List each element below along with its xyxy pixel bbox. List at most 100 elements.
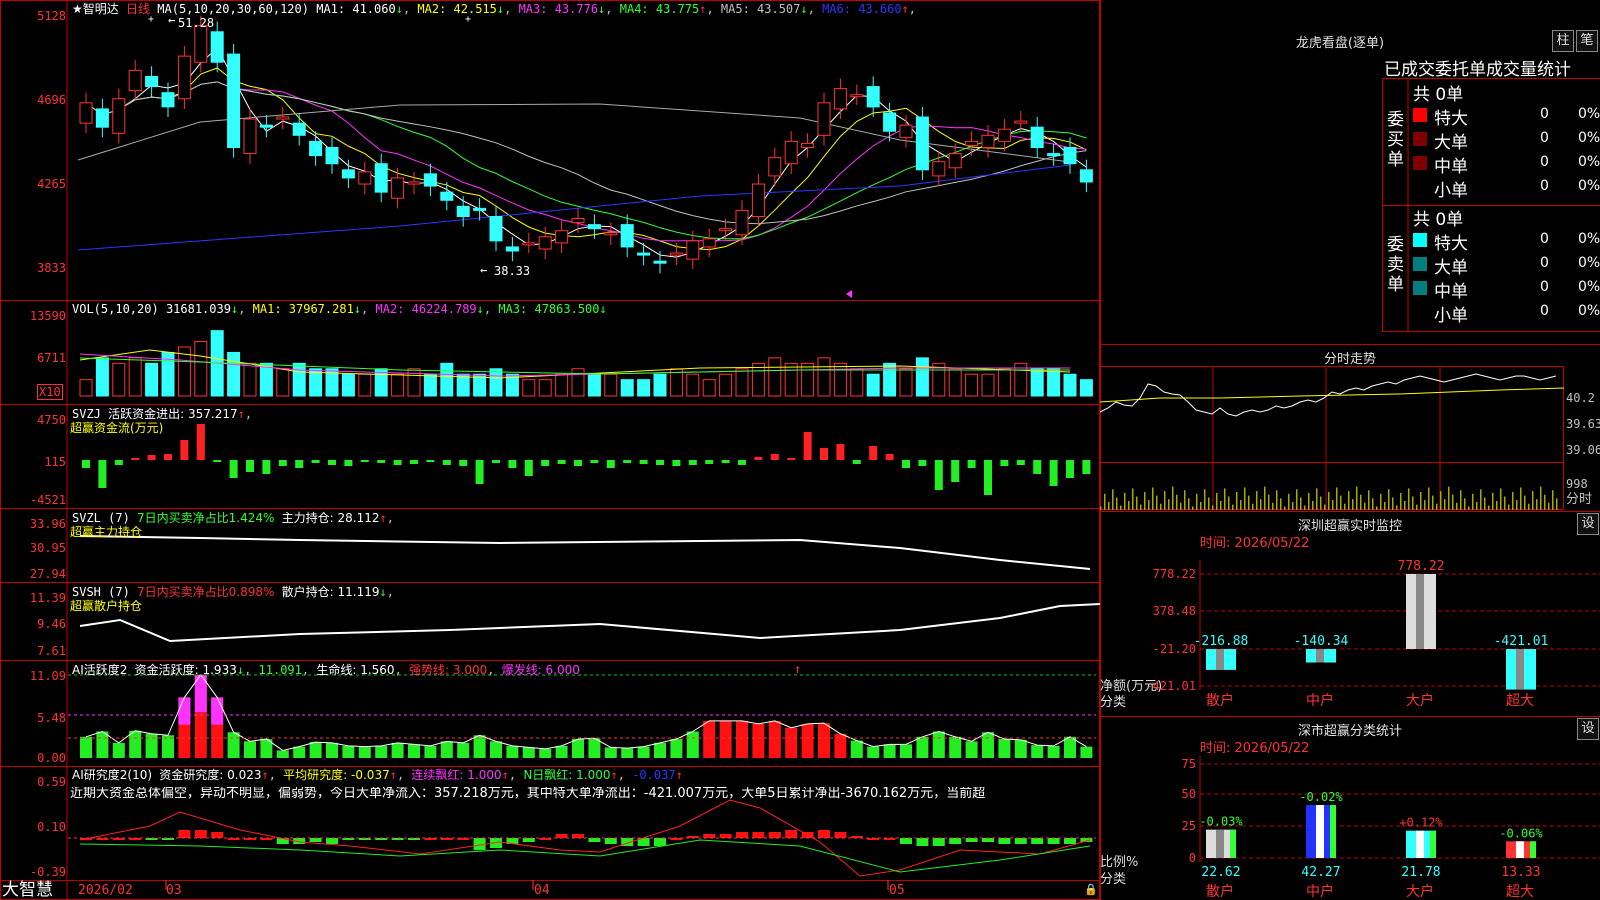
intraday-volume-bar <box>1344 503 1346 510</box>
bar-mode-button[interactable]: 柱 <box>1552 30 1574 52</box>
sz-bar <box>1206 649 1236 670</box>
activity-bar <box>654 742 666 758</box>
volume-bar <box>587 373 601 397</box>
intraday-volume-bar <box>1492 492 1494 510</box>
intraday-volume-bar <box>1228 496 1230 510</box>
volume-bar <box>292 362 306 397</box>
activity-bar <box>982 732 994 758</box>
flow-bar <box>869 446 878 460</box>
cls-value-label: 22.62 <box>1201 865 1240 880</box>
flow-bar <box>492 460 500 463</box>
cls-axis-tick: 75 <box>1182 757 1196 771</box>
intraday-volume-bar <box>1532 491 1534 510</box>
research-bar <box>1031 838 1044 844</box>
activity-bar <box>818 723 830 758</box>
intraday-volume-bar <box>1292 501 1294 510</box>
flow-bar <box>426 460 435 462</box>
activity-bar <box>850 740 863 758</box>
intraday-volume-bar <box>1232 504 1234 510</box>
intraday-volume-bar <box>1444 499 1446 510</box>
flow-bar <box>393 460 402 465</box>
sz-bar-label: -216.88 <box>1194 634 1249 649</box>
cls-category: 散户 <box>1206 883 1234 900</box>
price-tick: 5128 <box>37 9 66 23</box>
activity-bar <box>309 742 322 758</box>
volume-bar <box>227 351 241 397</box>
res-tick: -0.39 <box>29 865 66 879</box>
intraday-volume-bar <box>1328 492 1330 510</box>
cls-bar <box>1206 829 1236 858</box>
intraday-chart[interactable] <box>1100 366 1600 516</box>
intraday-volume-bar <box>1272 502 1274 510</box>
volume-bar <box>341 373 355 397</box>
activity-bar <box>162 735 174 758</box>
order-percent: 0% <box>1578 303 1600 319</box>
intraday-volume-bar <box>1544 494 1546 510</box>
order-size-label: 小单 <box>1434 181 1468 201</box>
flow-bar <box>803 432 812 460</box>
chart-canvas[interactable]: ← ← <box>0 0 1100 900</box>
flow-bar <box>262 460 271 474</box>
flow-bar <box>1016 460 1025 465</box>
intraday-volume-bar <box>1212 505 1214 510</box>
order-size-label: 特大 <box>1434 234 1468 254</box>
flow-bar <box>147 455 156 460</box>
period-label[interactable]: 日线 <box>126 2 150 16</box>
flow-bar <box>820 448 828 460</box>
volume-bar <box>1030 368 1044 397</box>
intraday-volume-bar <box>1300 497 1302 510</box>
flow-bar <box>836 444 845 460</box>
research-bar <box>194 830 207 838</box>
flow-bar <box>344 460 353 466</box>
intraday-volume-bar <box>1312 501 1314 510</box>
lock-icon[interactable]: 🔒 <box>1084 883 1098 897</box>
cursor-marker <box>846 290 852 298</box>
vol-header: VOL(5,10,20) 31681.039↓, MA1: 37967.281↓… <box>72 302 607 316</box>
tick-mode-button[interactable]: 笔 <box>1576 30 1598 52</box>
low-price-label: ← <box>480 263 487 277</box>
price-tick: 4696 <box>37 93 66 107</box>
sz-category: 大户 <box>1406 692 1434 709</box>
ma-value-1: MA1: 41.060 <box>316 2 396 16</box>
volume-bar <box>440 362 454 397</box>
volume-bar <box>915 357 929 397</box>
cls-value-label: 13.33 <box>1501 865 1540 880</box>
candle <box>965 131 979 156</box>
orders-total: 共 0单 <box>1413 85 1464 105</box>
flow-bar <box>934 460 943 490</box>
svsh-tick: 9.46 <box>37 617 66 631</box>
sz-ylabel: 净额(万元) <box>1100 679 1163 694</box>
candle <box>833 78 847 120</box>
candle <box>325 137 339 174</box>
order-color-swatch <box>1413 305 1427 319</box>
intraday-volume-bar <box>1480 489 1482 510</box>
candle <box>79 92 93 134</box>
flow-bar <box>885 454 894 460</box>
activity-bar <box>801 723 814 758</box>
volume-bar <box>620 379 634 397</box>
intraday-volume-bar <box>1308 492 1310 510</box>
svzj-tick: -4521 <box>29 493 66 507</box>
volume-bar <box>423 373 437 397</box>
intraday-volume-bar <box>1352 499 1354 510</box>
intraday-volume-bar <box>1128 501 1130 510</box>
volume-bar <box>850 368 864 397</box>
flow-bar <box>984 460 992 495</box>
orders-total: 共 0单 <box>1413 210 1464 230</box>
activity-bar <box>326 742 338 758</box>
intraday-tick: 40.2 <box>1566 391 1595 405</box>
research-bar <box>309 838 322 842</box>
intraday-volume-bar <box>1280 498 1282 510</box>
star-icon[interactable]: ★ <box>72 2 83 16</box>
intraday-volume-bar <box>1112 489 1114 510</box>
date-label: 04 <box>534 883 550 898</box>
activity-bar <box>80 736 92 758</box>
candle <box>309 131 323 166</box>
flow-bar <box>688 460 697 465</box>
intraday-volume-bar <box>1160 503 1162 510</box>
candle <box>555 220 569 254</box>
intraday-tick: 998 <box>1566 477 1588 491</box>
intraday-volume-bar <box>1528 503 1530 510</box>
activity-bar <box>490 741 502 758</box>
flow-bar <box>902 460 910 468</box>
